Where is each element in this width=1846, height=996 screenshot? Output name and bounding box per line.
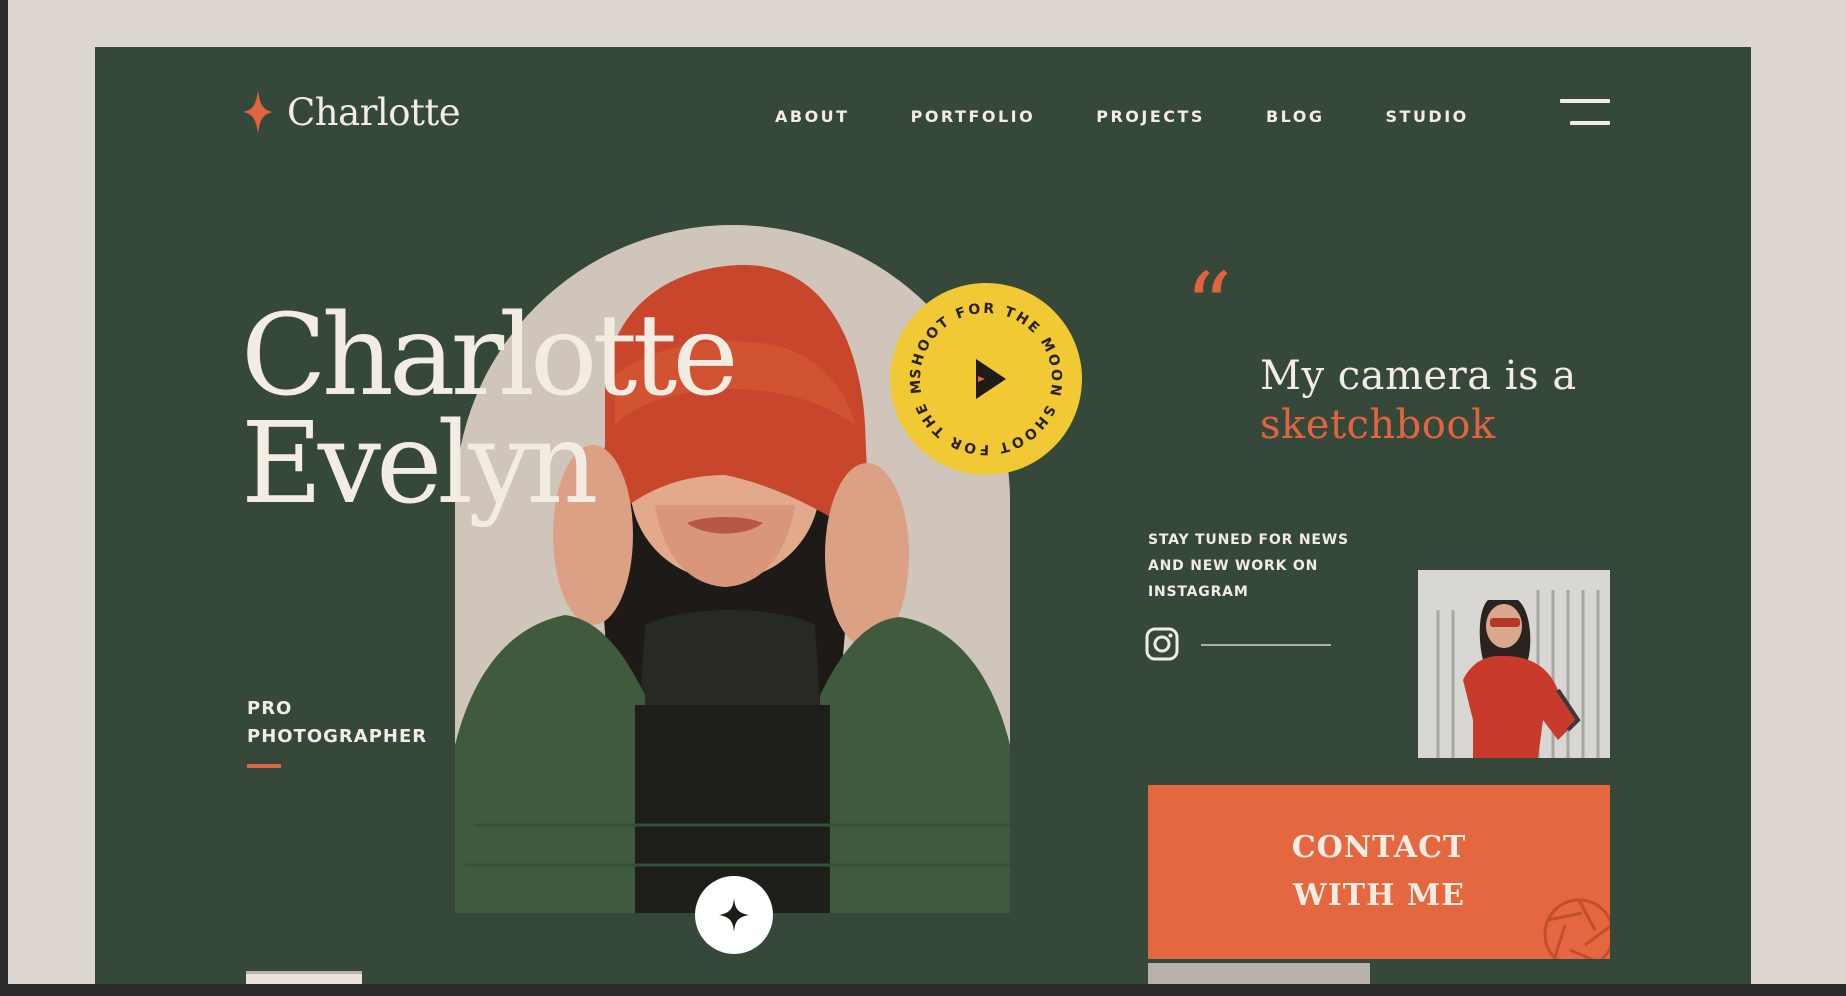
instagram-promo-text: STAY TUNED FOR NEWS AND NEW WORK ON INST… [1148,527,1358,605]
role-label: PRO PHOTOGRAPHER [247,695,427,751]
instagram-icon[interactable] [1145,627,1179,661]
circular-text-badge: SHOOT FOR THE MOON SHOOT FOR THE MOON [883,271,1062,457]
nav-item-projects[interactable]: PROJECTS [1096,107,1205,126]
window-bottom-bar [0,984,1846,996]
nav-item-portfolio[interactable]: PORTFOLIO [911,107,1036,126]
logo-text: Charlotte [287,90,461,134]
promo-line-3: INSTAGRAM [1148,584,1249,600]
camera-aperture-icon [1543,898,1610,959]
contact-label-line-1: CONTACT [1291,830,1467,865]
website-hero-card: Charlotte ABOUT PORTFOLIO PROJECTS BLOG … [95,47,1751,984]
quote-line-1: My camera is a [1260,353,1577,399]
nav-item-studio[interactable]: STUDIO [1386,107,1469,126]
quote-mark: “ [1185,253,1233,360]
portrait-photo-small [1418,570,1610,758]
contact-label-line-2: WITH ME [1293,878,1465,913]
logo[interactable]: Charlotte [243,90,461,134]
hero-name-line-1: Charlotte [241,291,739,421]
nav-item-about[interactable]: ABOUT [775,107,850,126]
promo-line-2: AND NEW WORK ON [1148,558,1319,574]
thumbnail-peek [246,971,362,984]
sparkle-star-icon [719,898,749,932]
main-nav: ABOUT PORTFOLIO PROJECTS BLOG STUDIO [775,107,1530,126]
role-line-2: PHOTOGRAPHER [247,726,428,747]
quote-text: My camera is a sketchbook [1260,352,1577,450]
hero-name-line-2: Evelyn [241,399,599,529]
promo-line-1: STAY TUNED FOR NEWS [1148,532,1349,548]
scroll-star-button[interactable] [695,876,773,954]
instagram-divider [1201,644,1331,646]
instagram-photo[interactable] [1418,570,1610,758]
role-underline [247,764,281,768]
sparkle-star-icon [243,90,273,134]
hamburger-menu-icon[interactable] [1560,99,1610,129]
role-line-1: PRO [247,698,293,719]
nav-item-blog[interactable]: BLOG [1266,107,1325,126]
contact-button[interactable]: CONTACT WITH ME [1148,785,1610,959]
play-video-badge[interactable]: SHOOT FOR THE MOON SHOOT FOR THE MOON [883,271,1082,475]
photo-peek-bottom [1148,963,1370,984]
quote-accent: sketchbook [1260,402,1496,448]
hero-name: Charlotte Evelyn [241,291,739,529]
